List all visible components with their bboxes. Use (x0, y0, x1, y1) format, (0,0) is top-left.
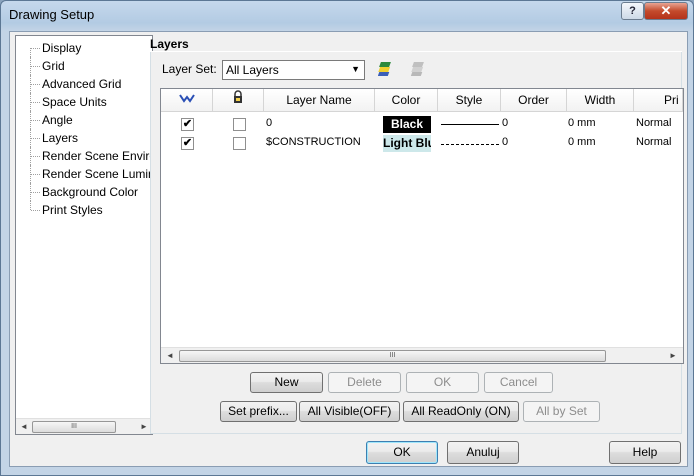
new-layer-button[interactable]: New (250, 372, 323, 393)
header-color[interactable]: Color (375, 89, 438, 112)
tree-item-advanced-grid[interactable]: Advanced Grid (16, 75, 152, 93)
help-button[interactable]: Help (609, 441, 681, 464)
tree-item-label: Grid (42, 59, 65, 73)
scroll-thumb[interactable]: III (179, 350, 606, 362)
header-layer-name[interactable]: Layer Name (264, 89, 375, 112)
scroll-left-icon[interactable]: ◄ (164, 350, 176, 362)
layer-set-manage-icon[interactable] (376, 59, 400, 83)
color-chip[interactable]: Black (383, 116, 431, 133)
tree-item-layers[interactable]: Layers (16, 129, 152, 147)
tree-item-display[interactable]: Display (16, 39, 152, 57)
tree-item-angle[interactable]: Angle (16, 111, 152, 129)
chevron-down-icon: ▼ (351, 64, 360, 74)
scroll-right-icon[interactable]: ► (667, 350, 679, 362)
header-visible[interactable] (161, 89, 213, 112)
tree-item-background-color[interactable]: Background Color (16, 183, 152, 201)
layer-set-label: Layer Set: (162, 62, 217, 76)
all-by-set-button[interactable]: All by Set (523, 401, 600, 422)
header-print[interactable]: Pri (634, 89, 683, 112)
tree-item-print-styles[interactable]: Print Styles (16, 201, 152, 219)
line-style-solid[interactable] (441, 124, 499, 125)
visibility-icon (178, 93, 196, 107)
print-style-cell[interactable]: Normal (636, 114, 683, 133)
scroll-left-icon[interactable]: ◄ (18, 421, 30, 433)
scroll-thumb[interactable]: III (32, 421, 116, 433)
tree-item-label: Render Scene Luminance (42, 167, 152, 181)
order-cell[interactable]: 0 (502, 114, 522, 133)
dialog-client-area: Display Grid Advanced Grid Space Units A… (9, 31, 688, 467)
title-bar[interactable]: Drawing Setup ? ✕ (1, 1, 693, 29)
tree-item-render-scene-luminance[interactable]: Render Scene Luminance (16, 165, 152, 183)
visible-checkbox[interactable]: ✔ (181, 118, 194, 131)
header-order[interactable]: Order (501, 89, 567, 112)
layer-set-select[interactable]: All Layers ▼ (222, 60, 365, 80)
tree-item-label: Layers (42, 131, 79, 145)
tree-item-label: Render Scene Environment (42, 149, 152, 163)
all-visible-button[interactable]: All Visible(OFF) (299, 401, 400, 422)
window-title: Drawing Setup (9, 7, 95, 22)
settings-tree: Display Grid Advanced Grid Space Units A… (15, 35, 153, 435)
panel-divider (150, 51, 682, 52)
line-style-dashdot[interactable] (441, 144, 499, 145)
tree-horizontal-scrollbar[interactable]: ◄ III ► (16, 418, 152, 434)
tree-item-label: Print Styles (42, 203, 103, 217)
all-readonly-button[interactable]: All ReadOnly (ON) (403, 401, 519, 422)
layers-grid[interactable]: Layer Name Color Style Order Width Pri ✔… (160, 88, 684, 364)
header-lock[interactable] (213, 89, 264, 112)
lock-checkbox[interactable] (233, 118, 246, 131)
layer-name-cell[interactable]: $CONSTRUCTION (266, 133, 374, 152)
ok-layer-button[interactable]: OK (406, 372, 479, 393)
tree-item-label: Advanced Grid (42, 77, 122, 91)
cancel-layer-button[interactable]: Cancel (484, 372, 553, 393)
tree-item-label: Background Color (42, 185, 139, 199)
print-style-cell[interactable]: Normal (636, 133, 683, 152)
tree-item-render-scene-environment[interactable]: Render Scene Environment (16, 147, 152, 165)
panel-title: Layers (150, 37, 189, 51)
grid-horizontal-scrollbar[interactable]: ◄ III ► (161, 347, 683, 363)
tree-item-label: Angle (42, 113, 73, 127)
lock-checkbox[interactable] (233, 137, 246, 150)
color-chip[interactable]: Light Blue (383, 135, 431, 152)
width-cell[interactable]: 0 mm (568, 114, 628, 133)
help-title-button[interactable]: ? (621, 2, 644, 20)
order-cell[interactable]: 0 (502, 133, 522, 152)
anuluj-button[interactable]: Anuluj (447, 441, 519, 464)
layer-set-disabled-icon[interactable] (408, 59, 432, 83)
visible-checkbox[interactable]: ✔ (181, 137, 194, 150)
header-width[interactable]: Width (567, 89, 634, 112)
tree-item-label: Space Units (42, 95, 107, 109)
lock-icon (232, 90, 244, 107)
tree-item-grid[interactable]: Grid (16, 57, 152, 75)
tree-item-label: Display (42, 41, 82, 55)
layer-name-cell[interactable]: 0 (266, 114, 374, 133)
width-cell[interactable]: 0 mm (568, 133, 628, 152)
layer-set-value: All Layers (226, 63, 279, 77)
close-button[interactable]: ✕ (644, 2, 688, 20)
drawing-setup-window: Drawing Setup ? ✕ Display Grid Advanced … (0, 0, 694, 476)
ok-button[interactable]: OK (366, 441, 438, 464)
header-style[interactable]: Style (438, 89, 501, 112)
set-prefix-button[interactable]: Set prefix... (220, 401, 297, 422)
delete-layer-button[interactable]: Delete (328, 372, 401, 393)
scroll-right-icon[interactable]: ► (138, 421, 150, 433)
tree-item-space-units[interactable]: Space Units (16, 93, 152, 111)
